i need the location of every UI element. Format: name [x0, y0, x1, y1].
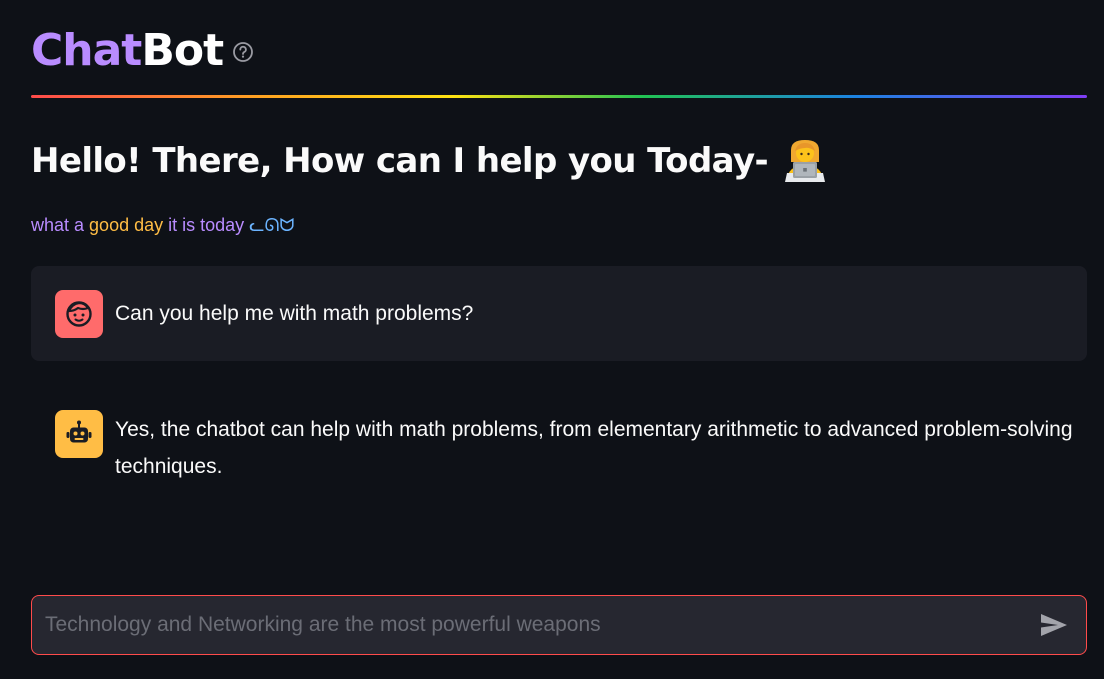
question-circle-icon[interactable] — [232, 41, 254, 63]
woman-technologist-emoji — [782, 138, 828, 184]
title-accent: Chat — [31, 25, 142, 76]
chat-input-bar — [31, 595, 1087, 655]
robot-icon — [55, 410, 103, 458]
chat-message-assistant: Yes, the chatbot can help with math prob… — [31, 392, 1087, 492]
subtitle-cat-kaomoji: ᓚᘏᗢ — [249, 215, 295, 235]
greeting-text: Hello! There, How can I help you Today- — [31, 141, 769, 181]
send-button[interactable] — [1032, 603, 1076, 647]
title-main: Bot — [141, 25, 224, 76]
subtitle-part-3: it is today — [163, 215, 250, 235]
message-text: Can you help me with math problems? — [115, 302, 474, 325]
page-header: ChatBot — [31, 22, 254, 80]
chat-app: ChatBot Hello! There, How can I help you… — [0, 0, 1104, 679]
chat-message-user: Can you help me with math problems? — [31, 266, 1087, 361]
message-text: Yes, the chatbot can help with math prob… — [115, 418, 1073, 478]
user-face-icon — [55, 290, 103, 338]
page-title: ChatBot — [31, 22, 224, 80]
send-arrow-icon — [1041, 614, 1067, 636]
rainbow-divider — [31, 95, 1087, 98]
subtitle-part-1: what a — [31, 215, 90, 235]
greeting-header: Hello! There, How can I help you Today- — [31, 136, 828, 186]
subtitle: what a good day it is today ᓚᘏᗢ — [31, 213, 294, 237]
subtitle-highlight: good day — [89, 215, 164, 235]
chat-input[interactable] — [32, 596, 1032, 654]
